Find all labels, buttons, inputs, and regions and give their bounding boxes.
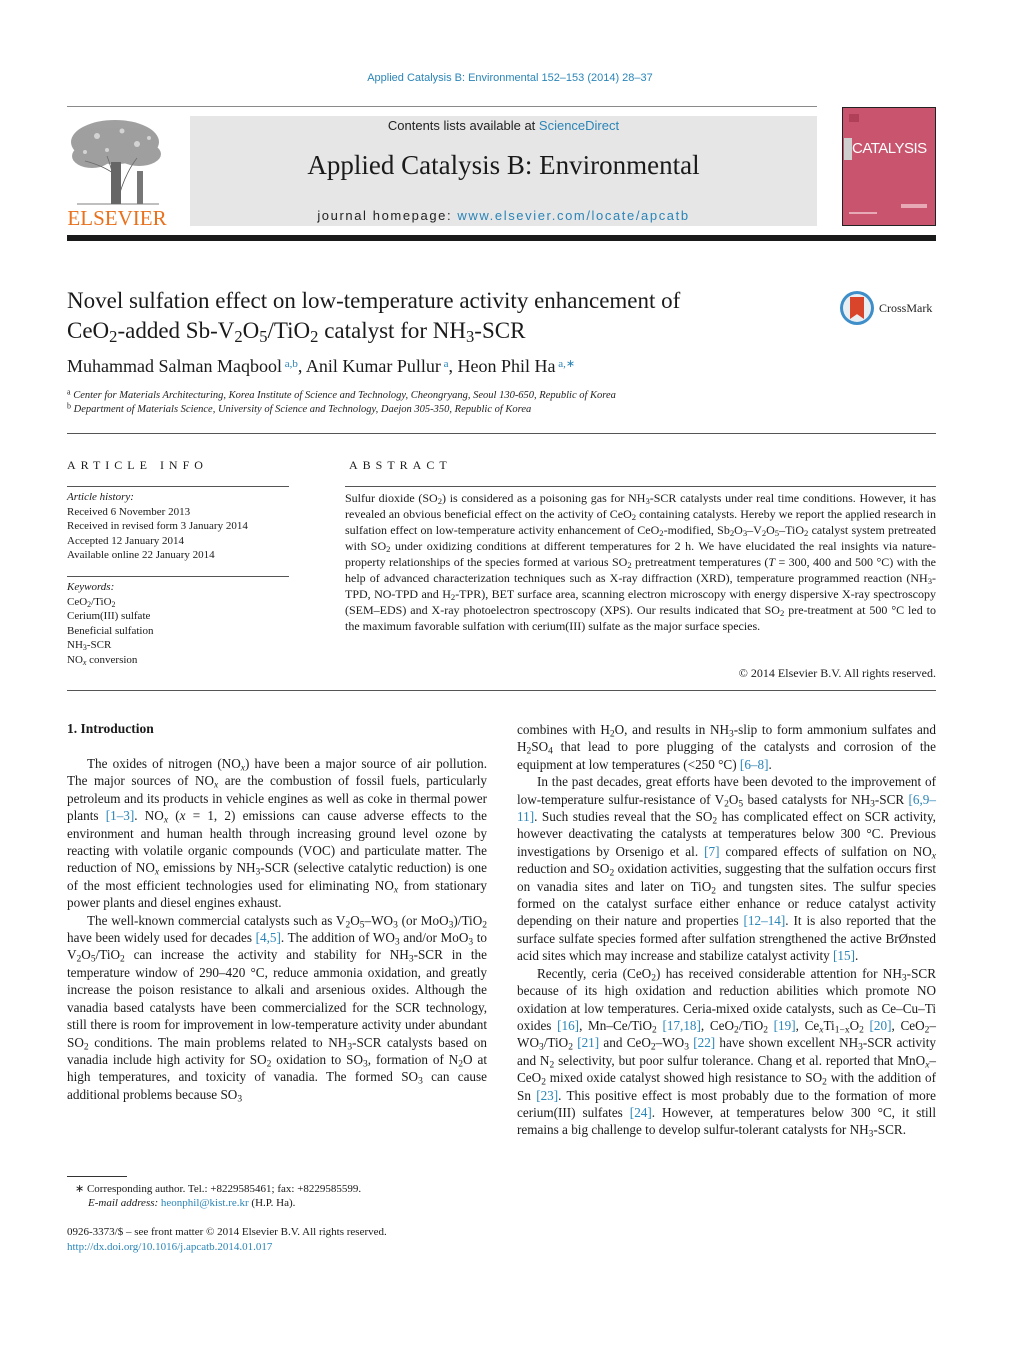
- doi-link[interactable]: http://dx.doi.org/10.1016/j.apcatb.2014.…: [67, 1241, 272, 1253]
- abstract-rule: [345, 486, 936, 487]
- email-suffix: (H.P. Ha).: [248, 1197, 296, 1209]
- abstract-text: Sulfur dioxide (SO2) is considered as a …: [345, 491, 936, 633]
- reference-link[interactable]: [1–3]: [106, 808, 135, 823]
- issn-line: 0926-3373/$ – see front matter © 2014 El…: [67, 1226, 387, 1238]
- reference-link[interactable]: [12–14]: [744, 913, 786, 928]
- keywords-label: Keywords:: [67, 581, 115, 593]
- cover-title: CATALYSIS: [852, 140, 927, 157]
- elsevier-tree-icon: [71, 120, 161, 205]
- contents-line: Contents lists available at ScienceDirec…: [190, 118, 817, 133]
- affiliation-b: b Department of Materials Science, Unive…: [67, 401, 532, 415]
- elsevier-wordmark: ELSEVIER: [67, 206, 167, 230]
- history-accepted: Accepted 12 January 2014: [67, 534, 184, 547]
- section-heading-introduction: 1. Introduction: [67, 721, 154, 736]
- corresponding-author-note: ∗ Corresponding author. Tel.: +822958546…: [75, 1183, 362, 1195]
- reference-link[interactable]: [20]: [870, 1018, 892, 1033]
- intro-paragraph: Recently, ceria (CeO2) has received cons…: [517, 965, 937, 1140]
- history-revised: Received in revised form 3 January 2014: [67, 520, 248, 532]
- reference-link[interactable]: [6–8]: [740, 757, 769, 772]
- keyword-item[interactable]: NOx conversion: [67, 653, 297, 668]
- reference-link[interactable]: [4,5]: [256, 930, 281, 945]
- reference-link[interactable]: [17,18]: [662, 1018, 700, 1033]
- keyword-item[interactable]: Beneficial sulfation: [67, 624, 297, 639]
- intro-paragraph: The oxides of nitrogen (NOx) have been a…: [67, 756, 488, 911]
- reference-link[interactable]: [15]: [833, 948, 855, 963]
- intro-left-column: The oxides of nitrogen (NOx) have been a…: [67, 755, 488, 1105]
- history-online: Available online 22 January 2014: [67, 549, 215, 561]
- contents-prefix: Contents lists available at: [387, 118, 539, 133]
- cover-footer-line: [849, 212, 877, 214]
- title-line-1: Novel sulfation effect on low-temperatur…: [67, 288, 681, 313]
- author-list: Muhammad Salman Maqbool a,b, Anil Kumar …: [67, 356, 576, 376]
- intro-paragraph: combines with H2O, and results in NH3-sl…: [517, 722, 936, 772]
- keyword-item[interactable]: NH3-SCR: [67, 638, 297, 653]
- email-note: E-mail address: heonphil@kist.re.kr (H.P…: [88, 1197, 295, 1209]
- title-line-2: CeO2-added Sb-V2O5/TiO2 catalyst for NH3…: [67, 318, 526, 347]
- abstract-copyright: © 2014 Elsevier B.V. All rights reserved…: [738, 666, 936, 680]
- journal-citation[interactable]: Applied Catalysis B: Environmental 152–1…: [0, 72, 1020, 84]
- journal-masthead: Contents lists available at ScienceDirec…: [190, 116, 817, 226]
- homepage-prefix: journal homepage:: [317, 208, 458, 223]
- reference-link[interactable]: [23]: [536, 1088, 558, 1103]
- intro-paragraph: The well-known commercial catalysts such…: [67, 912, 488, 1105]
- reference-link[interactable]: [22]: [693, 1035, 715, 1050]
- footnote-rule: [67, 1176, 127, 1177]
- reference-link[interactable]: [24]: [630, 1105, 652, 1120]
- elsevier-logo[interactable]: ELSEVIER: [67, 116, 167, 230]
- affiliation-rule: [67, 433, 936, 434]
- cover-logo-icon: [849, 114, 859, 122]
- journal-homepage-link[interactable]: www.elsevier.com/locate/apcatb: [457, 208, 689, 223]
- header-rule: [67, 106, 817, 107]
- reference-link[interactable]: [19]: [774, 1018, 796, 1033]
- email-label: E-mail address:: [88, 1197, 161, 1209]
- abstract-bottom-rule: [67, 690, 936, 691]
- keyword-item[interactable]: CeO2/TiO2: [67, 595, 297, 610]
- article-title: Novel sulfation effect on low-temperatur…: [67, 286, 807, 346]
- abstract-heading: ABSTRACT: [349, 458, 452, 472]
- keywords-rule: [67, 576, 289, 577]
- history-received: Received 6 November 2013: [67, 505, 191, 518]
- history-label: Article history:: [67, 491, 134, 503]
- affiliation-a: a Center for Materials Architecturing, K…: [67, 387, 616, 401]
- sciencedirect-link[interactable]: ScienceDirect: [539, 118, 619, 133]
- crossmark-badge[interactable]: CrossMark: [840, 291, 940, 329]
- intro-right-column: combines with H2O, and results in NH3-sl…: [517, 721, 936, 1139]
- header-thick-rule: [67, 235, 936, 241]
- reference-link[interactable]: [7]: [704, 844, 719, 859]
- reference-link[interactable]: [21]: [577, 1035, 599, 1050]
- email-link[interactable]: heonphil@kist.re.kr: [161, 1197, 249, 1209]
- crossmark-label: CrossMark: [879, 301, 933, 315]
- journal-title: Applied Catalysis B: Environmental: [307, 150, 700, 180]
- article-info-rule: [67, 486, 289, 487]
- crossmark-icon: [840, 291, 874, 325]
- homepage-line: journal homepage: www.elsevier.com/locat…: [190, 208, 817, 223]
- cover-accent: [844, 138, 852, 160]
- article-history: Article history: Received 6 November 201…: [67, 490, 297, 563]
- cover-footer-logo: [901, 204, 927, 208]
- journal-cover-thumbnail[interactable]: CATALYSIS: [842, 107, 936, 226]
- reference-link[interactable]: [16]: [557, 1018, 579, 1033]
- keywords-block: Keywords: CeO2/TiO2 Cerium(III) sulfate …: [67, 580, 297, 667]
- article-info-heading: ARTICLE INFO: [67, 458, 208, 472]
- intro-paragraph: In the past decades, great efforts have …: [517, 774, 937, 964]
- keyword-item[interactable]: Cerium(III) sulfate: [67, 609, 297, 624]
